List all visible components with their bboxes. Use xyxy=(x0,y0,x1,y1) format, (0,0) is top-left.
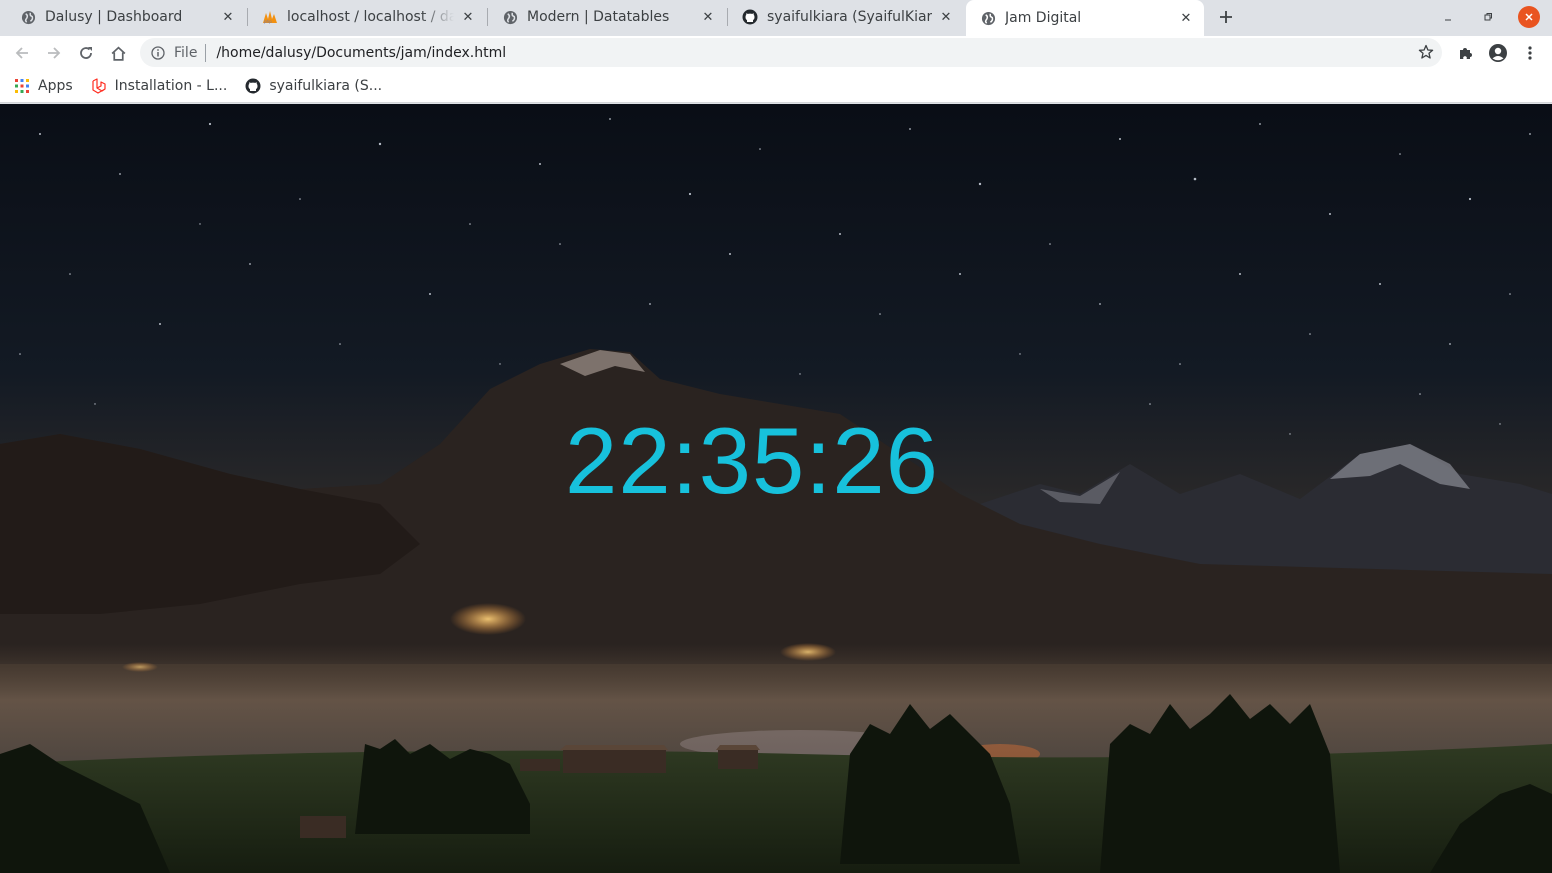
avatar-icon xyxy=(1489,44,1507,62)
home-button[interactable] xyxy=(105,40,131,66)
menu-button[interactable] xyxy=(1517,40,1543,66)
close-tab-icon[interactable]: ✕ xyxy=(460,9,476,25)
bookmark-label: Apps xyxy=(38,77,73,94)
tab-strip: Dalusy | Dashboard ✕ php localhost / loc… xyxy=(0,0,1552,36)
tab-title: Jam Digital xyxy=(1005,10,1082,26)
close-icon xyxy=(1525,13,1533,21)
home-icon xyxy=(111,46,125,61)
profile-button[interactable] xyxy=(1485,40,1511,66)
close-tab-icon[interactable]: ✕ xyxy=(220,9,236,25)
info-icon[interactable] xyxy=(150,45,166,61)
tab-title: Dalusy | Dashboard xyxy=(45,9,183,25)
bookmarks-bar: Apps Installation - L... syaifulkiara (S… xyxy=(0,69,1552,103)
maximize-button[interactable] xyxy=(1478,7,1498,27)
tab-title: localhost / localhost / dalusy xyxy=(287,9,454,25)
address-bar[interactable]: File /home/dalusy/Documents/jam/index.ht… xyxy=(140,38,1442,67)
tab-jam-digital[interactable]: Jam Digital ✕ xyxy=(966,0,1204,36)
minimize-icon xyxy=(1445,19,1451,21)
arrow-right-icon xyxy=(48,47,61,59)
arrow-left-icon xyxy=(15,47,28,59)
phpmyadmin-icon: php xyxy=(262,9,278,25)
close-tab-icon[interactable]: ✕ xyxy=(1178,10,1194,26)
bookmark-label: Installation - L... xyxy=(114,77,228,94)
github-icon xyxy=(742,9,758,25)
github-icon xyxy=(245,78,261,94)
extensions-button[interactable] xyxy=(1453,40,1479,66)
forward-button[interactable] xyxy=(41,40,67,66)
bookmark-installation-laravel[interactable]: Installation - L... xyxy=(91,77,228,94)
close-tab-icon[interactable]: ✕ xyxy=(700,9,716,25)
tab-title: Modern | Datatables xyxy=(527,9,670,25)
reload-icon xyxy=(80,47,92,59)
plus-icon xyxy=(1220,11,1232,23)
laravel-icon xyxy=(91,77,107,94)
bookmark-star-icon[interactable] xyxy=(1418,44,1434,60)
page-viewport: 22:35:26 xyxy=(0,104,1552,873)
browser-toolbar: File /home/dalusy/Documents/jam/index.ht… xyxy=(0,36,1552,69)
bookmark-apps[interactable]: Apps xyxy=(14,78,73,94)
new-tab-button[interactable] xyxy=(1214,5,1238,29)
reload-button[interactable] xyxy=(73,40,99,66)
close-tab-icon[interactable]: ✕ xyxy=(938,9,954,25)
bookmark-label: syaifulkiara (S... xyxy=(269,77,383,94)
tab-dalusy-dashboard[interactable]: Dalusy | Dashboard ✕ xyxy=(6,0,246,34)
url-text[interactable]: /home/dalusy/Documents/jam/index.html xyxy=(216,45,506,61)
puzzle-icon xyxy=(1460,48,1472,59)
svg-text:php: php xyxy=(264,19,272,24)
scheme-label: File xyxy=(174,44,198,61)
kebab-menu-icon xyxy=(1528,46,1532,60)
close-window-button[interactable] xyxy=(1518,6,1540,28)
apps-grid-icon xyxy=(14,78,30,94)
tab-github-syaifulkiara[interactable]: syaifulkiara (SyaifulKiara) ✕ xyxy=(728,0,964,34)
tab-title: syaifulkiara (SyaifulKiara) xyxy=(767,9,932,25)
tab-modern-datatables[interactable]: Modern | Datatables ✕ xyxy=(488,0,726,34)
divider xyxy=(205,43,207,62)
globe-icon xyxy=(20,9,36,25)
globe-icon xyxy=(502,9,518,25)
back-button[interactable] xyxy=(9,40,35,66)
globe-icon xyxy=(980,10,996,26)
restore-icon xyxy=(1484,13,1492,21)
tab-phpmyadmin[interactable]: php localhost / localhost / dalusy ✕ xyxy=(248,0,486,34)
digital-clock: 22:35:26 xyxy=(565,408,939,513)
minimize-button[interactable] xyxy=(1438,7,1458,27)
bookmark-github-syaifulkiara[interactable]: syaifulkiara (S... xyxy=(245,78,382,94)
